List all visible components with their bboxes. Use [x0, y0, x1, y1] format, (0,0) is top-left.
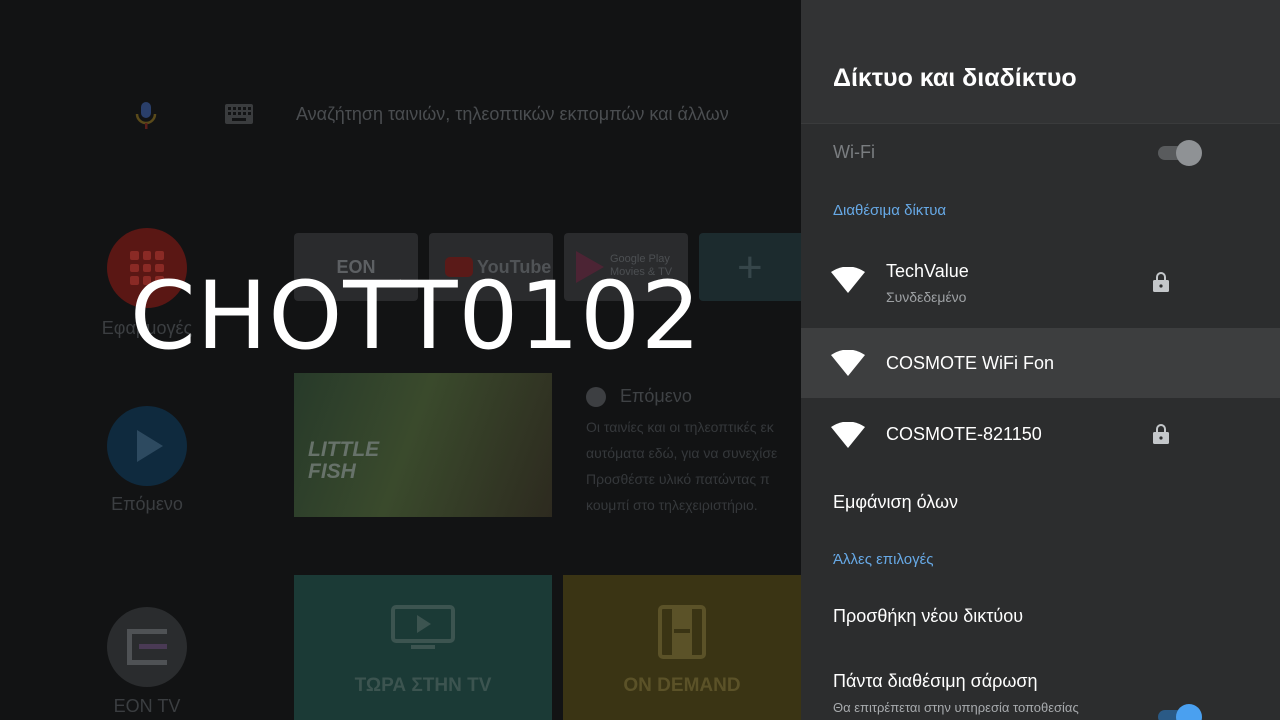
other-options-header: Άλλες επιλογές — [833, 551, 934, 568]
next-heading-icon — [586, 387, 606, 407]
watermark-overlay: CHOTT0102 — [130, 262, 702, 371]
next-description-line1: Οι ταινίες και οι τηλεοπτικές εκ — [586, 419, 774, 435]
next-description: Οι ταινίες και οι τηλεοπτικές εκ αυτόματ… — [586, 414, 801, 518]
lock-icon — [1153, 272, 1169, 292]
always-scan-description: Θα επιτρέπεται στην υπηρεσία τοποθεσίας — [833, 700, 1079, 715]
eon-logo-icon — [127, 629, 167, 665]
show-all-networks-item[interactable]: Εμφάνιση όλων — [833, 492, 958, 513]
microphone-icon[interactable] — [134, 100, 158, 130]
panel-title: Δίκτυο και διαδίκτυο — [833, 64, 1077, 92]
lock-icon — [1153, 424, 1169, 444]
film-icon — [658, 605, 706, 659]
wifi-toggle-thumb — [1176, 140, 1202, 166]
play-icon — [137, 430, 163, 462]
eon-tv-row-icon[interactable] — [107, 607, 187, 687]
on-demand-card[interactable]: ON DEMAND — [563, 575, 801, 720]
movie-card-little-fish[interactable]: LITTLE FISH — [294, 373, 552, 517]
always-scan-item[interactable]: Πάντα διαθέσιμη σάρωση — [833, 671, 1038, 692]
next-heading: Επόμενο — [620, 386, 692, 406]
wifi-label: Wi-Fi — [833, 142, 875, 162]
search-placeholder: Αναζήτηση ταινιών, τηλεοπτικών εκπομπών … — [296, 104, 729, 124]
network-row-cosmote-wifi-fon[interactable]: COSMOTE WiFi Fon — [801, 328, 1280, 398]
next-description-line4: κουμπί στο τηλεχειριστήριο. — [586, 497, 758, 513]
network-row-techvalue[interactable]: TechValue Συνδεδεμένο — [801, 246, 1280, 316]
keyboard-icon[interactable] — [225, 104, 253, 124]
wifi-toggle-row[interactable]: Wi-Fi — [801, 128, 1280, 178]
next-description-line3: Προσθέστε υλικό πατώντας π — [586, 471, 770, 487]
wifi-toggle-switch[interactable] — [1156, 140, 1202, 166]
play-next-row-icon[interactable] — [107, 406, 187, 486]
next-description-line2: αυτόματα εδώ, για να συνεχίσε — [586, 445, 778, 461]
network-name: COSMOTE WiFi Fon — [886, 353, 1055, 373]
eon-tv-row-label: EON TV — [113, 696, 181, 716]
network-status: Συνδεδεμένο — [886, 289, 967, 305]
live-tv-card[interactable]: ΤΩΡΑ ΣΤΗΝ TV — [294, 575, 552, 720]
live-tv-label: ΤΩΡΑ ΣΤΗΝ TV — [354, 675, 492, 696]
wifi-icon — [831, 350, 865, 376]
wifi-icon — [831, 422, 865, 448]
network-name: TechValue — [886, 261, 969, 281]
add-app-tile[interactable]: + — [699, 233, 801, 301]
on-demand-label: ON DEMAND — [623, 675, 741, 696]
panel-header: Δίκτυο και διαδίκτυο — [801, 0, 1280, 124]
available-networks-header: Διαθέσιμα δίκτυα — [833, 202, 947, 219]
movie-title-line2: FISH — [308, 460, 356, 483]
always-scan-toggle-thumb — [1176, 704, 1202, 720]
network-name: COSMOTE-821150 — [886, 424, 1042, 444]
network-row-cosmote-821150[interactable]: COSMOTE-821150 — [801, 398, 1280, 468]
movie-title-line1: LITTLE — [308, 438, 380, 461]
tv-icon — [391, 605, 455, 649]
wifi-icon — [831, 267, 865, 293]
network-settings-panel: Δίκτυο και διαδίκτυο Wi-Fi Διαθέσιμα δίκ… — [801, 0, 1280, 720]
always-scan-toggle-switch[interactable] — [1156, 704, 1202, 720]
plus-icon: + — [737, 243, 763, 292]
add-network-item[interactable]: Προσθήκη νέου δικτύου — [833, 606, 1023, 627]
next-row-label: Επόμενο — [111, 494, 183, 514]
movie-title: LITTLE FISH — [308, 439, 379, 483]
